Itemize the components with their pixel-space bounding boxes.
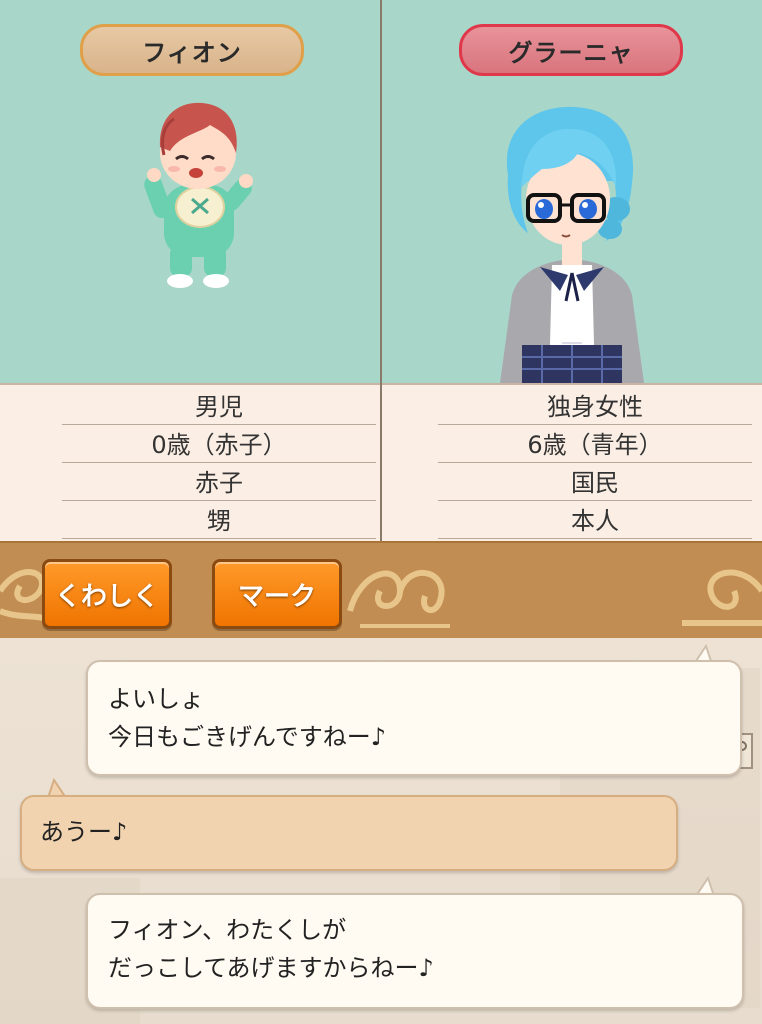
mark-button[interactable]: マーク bbox=[212, 559, 342, 629]
dialogue-bubble-2[interactable]: あうー♪ bbox=[20, 795, 678, 871]
right-status: 国民 bbox=[438, 463, 752, 501]
details-button[interactable]: くわしく bbox=[42, 559, 172, 629]
baby-character-sprite[interactable] bbox=[140, 95, 260, 295]
right-character-name-tag: グラーニャ bbox=[459, 24, 683, 76]
left-character-info: 男児 0歳（赤子） 赤子 甥 bbox=[0, 383, 380, 543]
woman-character-sprite[interactable] bbox=[482, 105, 662, 383]
left-gender-role: 男児 bbox=[62, 387, 376, 425]
right-relation: 本人 bbox=[438, 501, 752, 539]
action-bar: くわしく マーク bbox=[0, 541, 762, 640]
left-character-panel[interactable]: フィオン bbox=[0, 0, 380, 383]
dialogue-3-line-1: フィオン、わたくしが bbox=[108, 916, 347, 944]
right-age: 6歳（青年） bbox=[438, 425, 752, 463]
right-character-info: 独身女性 6歳（青年） 国民 本人 bbox=[382, 383, 762, 543]
right-ornament bbox=[682, 569, 762, 626]
left-age: 0歳（赤子） bbox=[62, 425, 376, 463]
right-gender-role: 独身女性 bbox=[438, 387, 752, 425]
dialogue-bubble-3[interactable]: フィオン、わたくしが だっこしてあげますからねー♪ bbox=[86, 893, 744, 1009]
dialogue-3-line-2: だっこしてあげますからねー♪ bbox=[108, 954, 434, 982]
left-character-name-tag: フィオン bbox=[80, 24, 304, 76]
dialogue-bubble-1[interactable]: よいしょ 今日もごきげんですねー♪ bbox=[86, 660, 742, 776]
center-ornament bbox=[347, 570, 450, 628]
right-character-panel[interactable]: グラーニャ bbox=[382, 0, 762, 383]
dialogue-1-line-1: よいしょ bbox=[108, 685, 204, 713]
dialogue-2-line-1: あうー♪ bbox=[40, 818, 128, 846]
dialogue-area: よいしょ 今日もごきげんですねー♪ あうー♪ フィオン、わたくしが だっこしてあ… bbox=[0, 638, 762, 1024]
left-status: 赤子 bbox=[62, 463, 376, 501]
left-relation: 甥 bbox=[62, 501, 376, 539]
dialogue-1-line-2: 今日もごきげんですねー♪ bbox=[108, 723, 387, 751]
